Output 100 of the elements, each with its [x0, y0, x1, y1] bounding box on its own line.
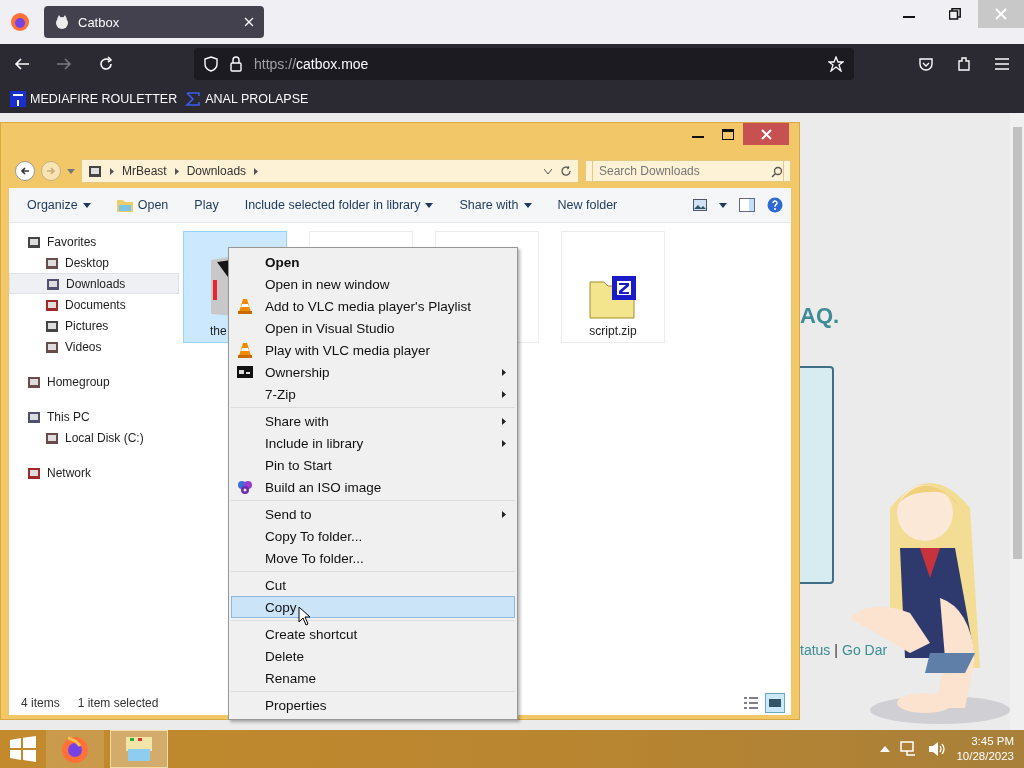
- file-tile[interactable]: script.zip: [561, 231, 665, 343]
- shield-icon[interactable]: [204, 56, 218, 72]
- windows-logo-icon: [10, 736, 36, 762]
- menu-item[interactable]: Open in Visual Studio: [231, 317, 515, 339]
- nav-item[interactable]: Network: [9, 462, 179, 483]
- menu-item[interactable]: Play with VLC media player: [231, 339, 515, 361]
- toolbar-button[interactable]: Share with: [451, 194, 540, 216]
- puzzle-icon[interactable]: [956, 56, 972, 72]
- forward-icon[interactable]: [56, 56, 72, 72]
- caret-icon: [523, 202, 532, 208]
- scrollbar-thumb[interactable]: [1013, 127, 1022, 559]
- toolbar-button[interactable]: Play: [186, 194, 227, 216]
- nav-item[interactable]: Favorites: [9, 231, 179, 252]
- nav-item[interactable]: Local Disk (C:): [9, 427, 179, 448]
- heading-text: AQ.: [800, 303, 840, 329]
- chevron-icon[interactable]: [110, 167, 114, 175]
- nav-item[interactable]: Documents: [9, 294, 179, 315]
- menu-item[interactable]: Pin to Start: [231, 454, 515, 476]
- menu-item[interactable]: Open: [231, 251, 515, 273]
- refresh-icon[interactable]: [560, 165, 572, 177]
- mouse-cursor-icon: [298, 606, 310, 626]
- nav-item[interactable]: Homegroup: [9, 371, 179, 392]
- clock-time[interactable]: 3:45 PM: [971, 734, 1014, 749]
- nav-item[interactable]: Downloads: [9, 273, 179, 294]
- toolbar-button[interactable]: Open: [108, 194, 177, 216]
- breadcrumb-item[interactable]: Downloads: [186, 164, 247, 178]
- menu-item[interactable]: Add to VLC media player's Playlist: [231, 295, 515, 317]
- bookmark-link[interactable]: ANAL PROLAPSE: [205, 91, 309, 106]
- browser-tab[interactable]: Catbox: [44, 6, 264, 38]
- menu-item[interactable]: Ownership: [231, 361, 515, 383]
- address-bar[interactable]: https://catbox.moe: [194, 48, 854, 80]
- submenu-arrow-icon: [502, 510, 506, 518]
- menu-item[interactable]: Create shortcut: [231, 623, 515, 645]
- help-icon[interactable]: [767, 197, 783, 213]
- menu-item[interactable]: Properties: [231, 694, 515, 716]
- back-icon[interactable]: [14, 56, 30, 72]
- cone-icon: [238, 342, 252, 358]
- menu-icon[interactable]: [994, 57, 1010, 71]
- toolbar-button[interactable]: Organize: [19, 194, 99, 216]
- browser-logo-icon[interactable]: [10, 12, 30, 32]
- menu-item[interactable]: Build an ISO image: [231, 476, 515, 498]
- folder-icon: [45, 430, 59, 445]
- maximize-icon[interactable]: [722, 128, 734, 140]
- chevron-icon[interactable]: [174, 167, 179, 175]
- address-field[interactable]: MrBeast Downloads: [81, 159, 579, 183]
- cat-face-icon: [54, 14, 70, 30]
- menu-item[interactable]: Move To folder...: [231, 547, 515, 569]
- reload-icon[interactable]: [98, 56, 114, 72]
- separator-text: |: [834, 642, 838, 658]
- search-icon[interactable]: [771, 166, 783, 178]
- folder-icon: [88, 164, 102, 178]
- caret-icon: [82, 202, 91, 208]
- submenu-arrow-icon: [502, 439, 506, 447]
- cone-icon: [238, 298, 252, 314]
- folder-icon: [27, 409, 41, 424]
- toolbar-button[interactable]: Include selected folder in library: [236, 194, 442, 216]
- discs-icon: [237, 479, 253, 495]
- close-icon[interactable]: [244, 17, 254, 27]
- menu-item[interactable]: Cut: [231, 574, 515, 596]
- lock-icon[interactable]: [230, 56, 242, 72]
- taskbar-app[interactable]: [46, 730, 104, 768]
- menu-item[interactable]: Copy: [231, 596, 515, 618]
- large-icons-view-icon[interactable]: [765, 693, 785, 713]
- speaker-icon[interactable]: [928, 741, 947, 757]
- menu-item[interactable]: 7-Zip: [231, 383, 515, 405]
- restore-icon[interactable]: [949, 8, 961, 20]
- menu-item[interactable]: Delete: [231, 645, 515, 667]
- url-text: https://catbox.moe: [254, 56, 370, 72]
- bookmark-link[interactable]: MEDIAFIRE ROULETTER: [30, 91, 178, 106]
- close-icon[interactable]: [760, 128, 772, 140]
- folder-icon: [46, 276, 60, 291]
- toolbar-button[interactable]: New folder: [549, 194, 626, 216]
- menu-item[interactable]: Open in new window: [231, 273, 515, 295]
- details-view-icon[interactable]: [743, 696, 759, 710]
- menu-item[interactable]: Include in library: [231, 432, 515, 454]
- browser-logo-icon: [60, 734, 90, 764]
- folder-icon: [45, 255, 59, 270]
- preview-pane-icon[interactable]: [739, 198, 755, 212]
- menu-item[interactable]: Copy To folder...: [231, 525, 515, 547]
- clock-date[interactable]: 10/28/2023: [956, 749, 1014, 764]
- star-icon[interactable]: [828, 56, 844, 72]
- nav-item[interactable]: This PC: [9, 406, 179, 427]
- nav-item[interactable]: Videos: [9, 336, 179, 357]
- chevron-icon[interactable]: [254, 167, 259, 175]
- dropdown-icon[interactable]: [544, 168, 552, 174]
- pocket-icon[interactable]: [918, 56, 934, 72]
- nav-item[interactable]: Desktop: [9, 252, 179, 273]
- menu-item[interactable]: Rename: [231, 667, 515, 689]
- nav-item[interactable]: Pictures: [9, 315, 179, 336]
- sigma-icon: [185, 90, 202, 107]
- menu-item[interactable]: Send to: [231, 503, 515, 525]
- view-icon[interactable]: [693, 199, 707, 211]
- back-icon[interactable]: [20, 166, 30, 176]
- caret-icon[interactable]: [719, 202, 727, 208]
- folder-icon: [27, 465, 41, 480]
- breadcrumb-item[interactable]: MrBeast: [122, 164, 167, 178]
- search-field[interactable]: Search Downloads: [592, 160, 784, 182]
- caret-up-icon[interactable]: [880, 746, 891, 752]
- folder-icon: [45, 297, 59, 312]
- menu-item[interactable]: Share with: [231, 410, 515, 432]
